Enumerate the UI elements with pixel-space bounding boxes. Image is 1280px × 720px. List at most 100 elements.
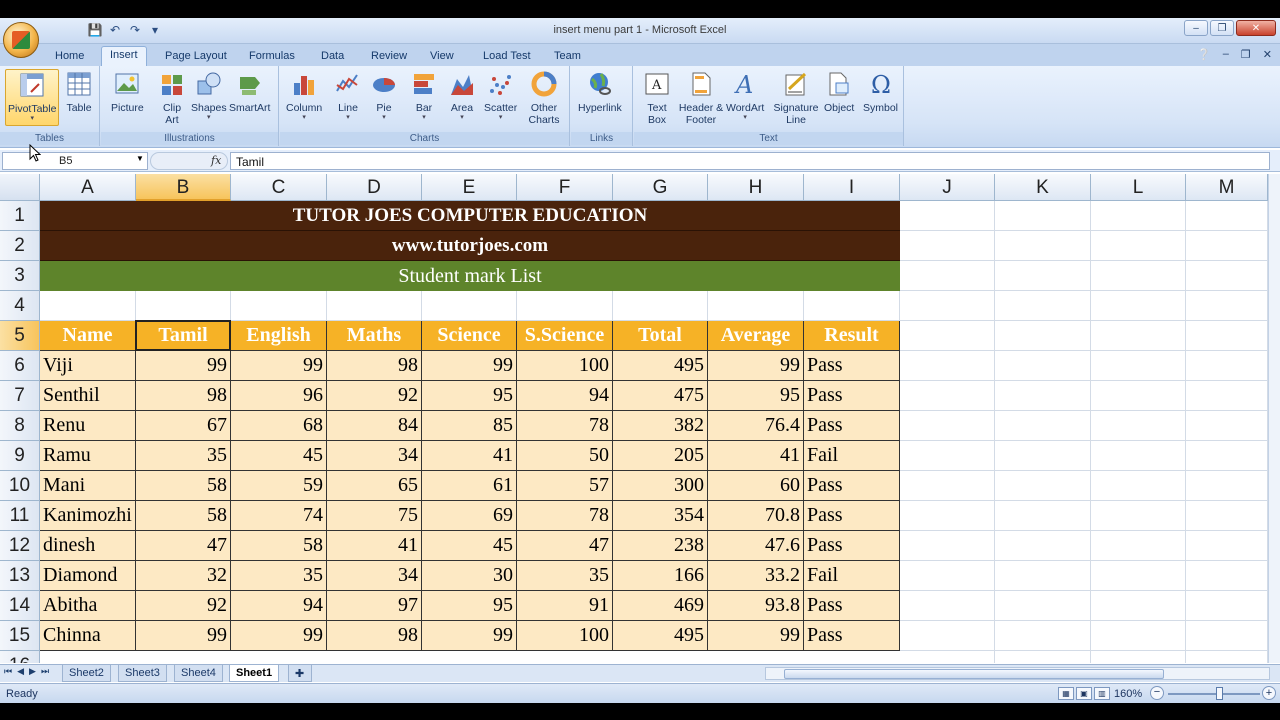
cell[interactable]: [995, 501, 1091, 531]
cell[interactable]: [1091, 381, 1186, 411]
select-all-corner[interactable]: [0, 174, 40, 201]
table-cell[interactable]: 300: [613, 471, 708, 501]
hyperlink-button[interactable]: Hyperlink: [578, 69, 622, 114]
merged-subtitle-cell[interactable]: Student mark List: [40, 261, 900, 291]
formula-input[interactable]: Tamil: [230, 152, 1270, 170]
cell[interactable]: [995, 441, 1091, 471]
cell[interactable]: [900, 591, 995, 621]
table-cell[interactable]: 65: [327, 471, 422, 501]
cell[interactable]: [995, 261, 1091, 291]
table-cell[interactable]: 67: [136, 411, 231, 441]
table-cell[interactable]: Pass: [804, 471, 900, 501]
merged-website-cell[interactable]: www.tutorjoes.com: [40, 231, 900, 261]
line-chart-button[interactable]: Line ▾: [333, 69, 363, 122]
column-header-m[interactable]: M: [1186, 174, 1268, 201]
cell[interactable]: [136, 291, 231, 321]
pivottable-button[interactable]: PivotTable ▾: [5, 69, 60, 126]
cell[interactable]: [1091, 261, 1186, 291]
table-cell[interactable]: 84: [327, 411, 422, 441]
table-cell[interactable]: 58: [136, 471, 231, 501]
cell[interactable]: [1091, 201, 1186, 231]
table-cell[interactable]: 166: [613, 561, 708, 591]
zoom-level[interactable]: 160%: [1114, 688, 1142, 700]
cell[interactable]: [517, 291, 613, 321]
cell[interactable]: [995, 291, 1091, 321]
table-cell[interactable]: 95: [422, 591, 517, 621]
table-cell[interactable]: 61: [422, 471, 517, 501]
object-button[interactable]: Object: [824, 69, 854, 114]
table-cell[interactable]: 35: [517, 561, 613, 591]
table-cell[interactable]: 99: [231, 621, 327, 651]
cell[interactable]: [1186, 411, 1268, 441]
table-cell[interactable]: 92: [327, 381, 422, 411]
table-cell[interactable]: 41: [327, 531, 422, 561]
tab-page-layout[interactable]: Page Layout: [165, 48, 227, 66]
table-cell[interactable]: 41: [422, 441, 517, 471]
cell[interactable]: [1186, 531, 1268, 561]
workbook-close-icon[interactable]: ✕: [1263, 48, 1272, 61]
vertical-scrollbar[interactable]: [1268, 174, 1280, 663]
table-cell[interactable]: 95: [708, 381, 804, 411]
table-cell[interactable]: Pass: [804, 351, 900, 381]
table-cell[interactable]: 99: [708, 351, 804, 381]
table-cell[interactable]: 75: [327, 501, 422, 531]
merged-title-cell[interactable]: TUTOR JOES COMPUTER EDUCATION: [40, 201, 900, 231]
cell[interactable]: [1186, 201, 1268, 231]
row-header-13[interactable]: 13: [0, 561, 40, 591]
cell[interactable]: [1186, 291, 1268, 321]
column-header-l[interactable]: L: [1091, 174, 1186, 201]
table-cell[interactable]: 60: [708, 471, 804, 501]
table-cell[interactable]: Chinna: [40, 621, 136, 651]
cell[interactable]: [1091, 291, 1186, 321]
table-cell[interactable]: 93.8: [708, 591, 804, 621]
cell[interactable]: [1091, 621, 1186, 651]
horizontal-scrollbar[interactable]: [765, 667, 1270, 680]
table-button[interactable]: Table: [64, 69, 94, 114]
table-cell[interactable]: 99: [422, 621, 517, 651]
cell[interactable]: [900, 501, 995, 531]
insert-function-icon[interactable]: fx: [211, 154, 221, 167]
sheet-tab-sheet3[interactable]: Sheet3: [118, 665, 167, 682]
table-cell[interactable]: Abitha: [40, 591, 136, 621]
table-cell[interactable]: 58: [231, 531, 327, 561]
signature-line-button[interactable]: Signature Line: [772, 69, 820, 126]
cell[interactable]: [900, 381, 995, 411]
cell[interactable]: [708, 291, 804, 321]
table-cell[interactable]: 58: [136, 501, 231, 531]
worksheet-grid[interactable]: ABCDEFGHIJKLM12345678910111213141516TUTO…: [0, 174, 1268, 663]
zoom-out-button[interactable]: −: [1150, 686, 1164, 700]
table-cell[interactable]: 35: [136, 441, 231, 471]
table-cell[interactable]: 98: [327, 621, 422, 651]
header-cell-name[interactable]: Name: [40, 321, 136, 351]
table-cell[interactable]: 32: [136, 561, 231, 591]
table-cell[interactable]: 34: [327, 561, 422, 591]
other-charts-button[interactable]: Other Charts: [526, 69, 562, 126]
maximize-button[interactable]: ❐: [1210, 20, 1234, 36]
table-cell[interactable]: 98: [327, 351, 422, 381]
table-cell[interactable]: Pass: [804, 381, 900, 411]
header-cell-maths[interactable]: Maths: [327, 321, 422, 351]
cell[interactable]: [900, 411, 995, 441]
row-header-11[interactable]: 11: [0, 501, 40, 531]
table-cell[interactable]: 47: [517, 531, 613, 561]
last-sheet-icon[interactable]: ⏭: [41, 666, 49, 677]
cell[interactable]: [1186, 621, 1268, 651]
table-cell[interactable]: 78: [517, 501, 613, 531]
table-cell[interactable]: 35: [231, 561, 327, 591]
tab-home[interactable]: Home: [55, 48, 84, 66]
table-cell[interactable]: 382: [613, 411, 708, 441]
table-cell[interactable]: 94: [517, 381, 613, 411]
table-cell[interactable]: 99: [136, 621, 231, 651]
table-cell[interactable]: 95: [422, 381, 517, 411]
help-icon[interactable]: ❔: [1197, 48, 1211, 61]
table-cell[interactable]: 495: [613, 621, 708, 651]
column-header-e[interactable]: E: [422, 174, 517, 201]
column-header-b[interactable]: B: [136, 174, 231, 201]
table-cell[interactable]: 94: [231, 591, 327, 621]
scatter-chart-button[interactable]: Scatter ▾: [484, 69, 517, 122]
tab-insert[interactable]: Insert: [101, 46, 147, 67]
table-cell[interactable]: Pass: [804, 591, 900, 621]
cell[interactable]: [1091, 321, 1186, 351]
cell[interactable]: [1091, 531, 1186, 561]
cell[interactable]: [900, 231, 995, 261]
